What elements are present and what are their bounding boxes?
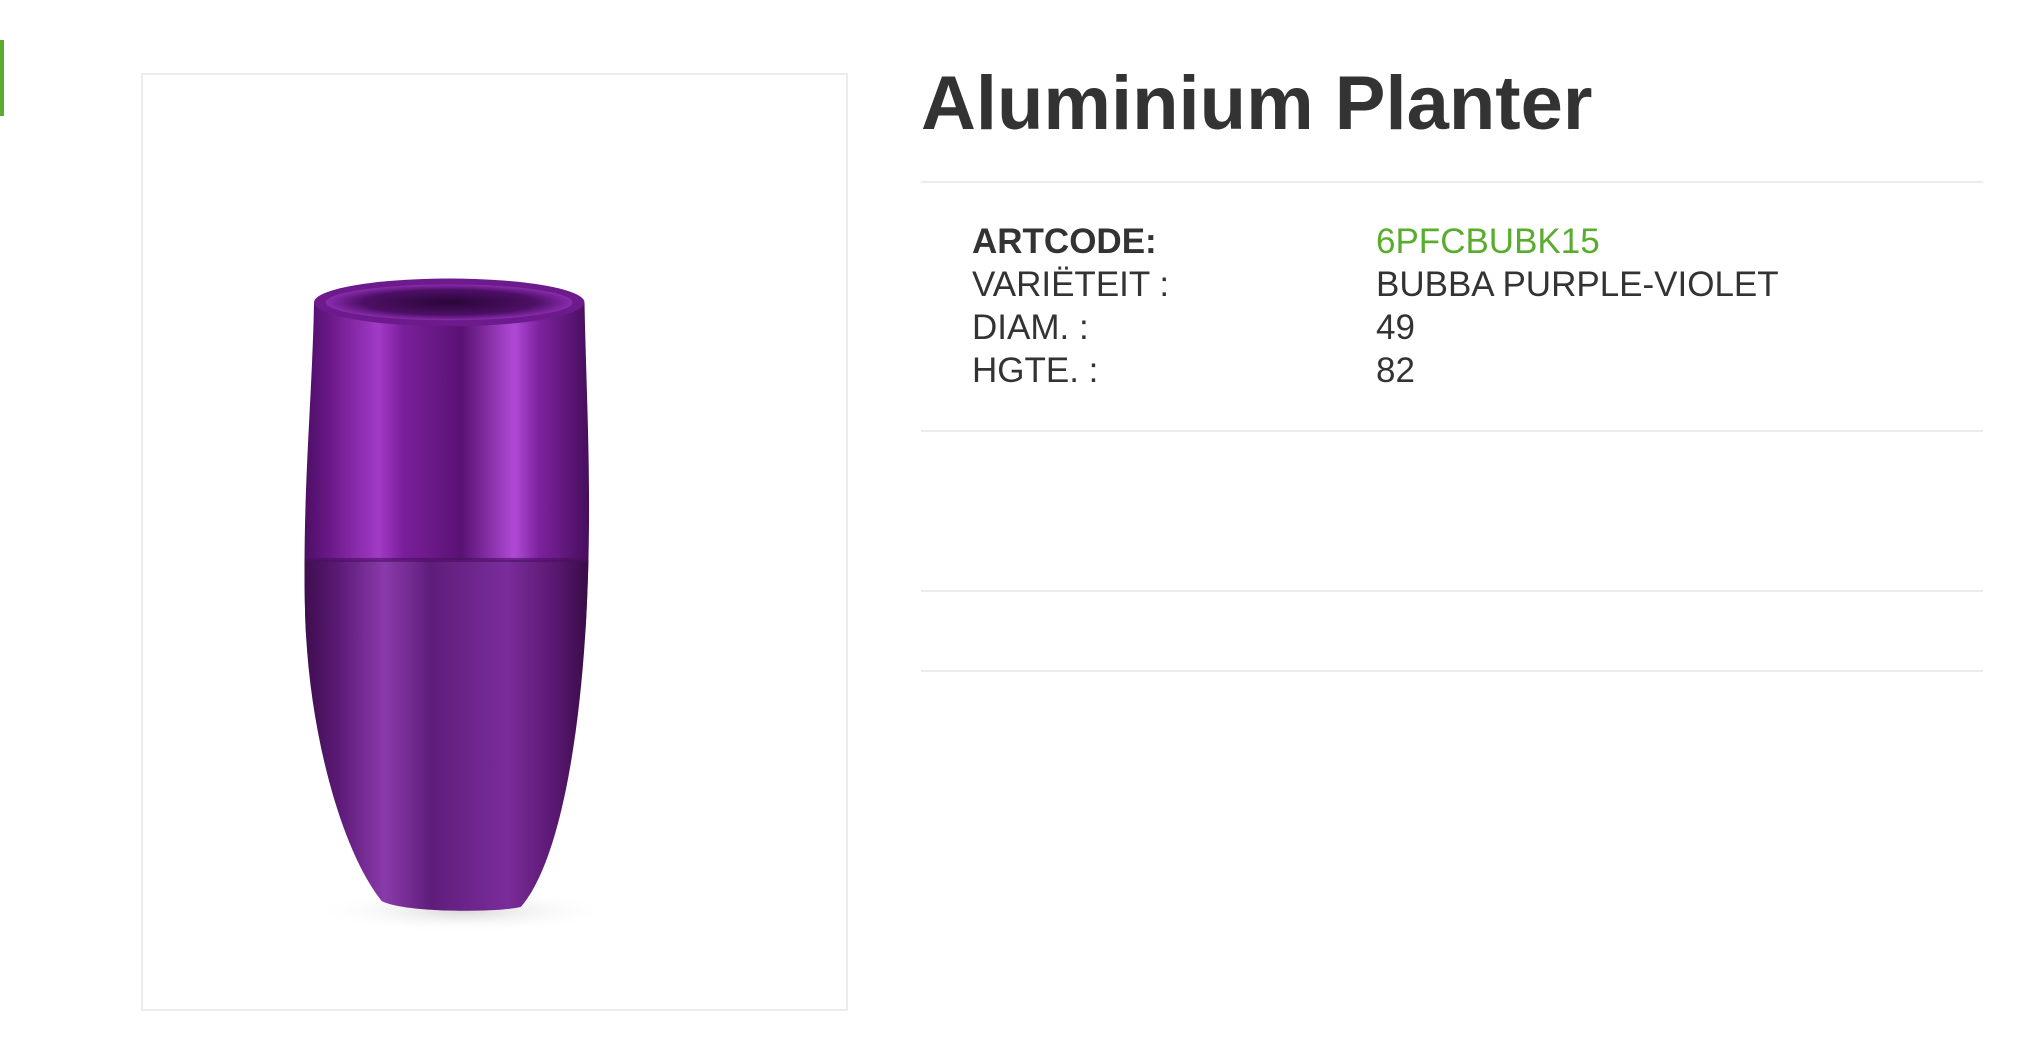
- left-edge-accent: [0, 40, 4, 116]
- spec-row-diameter: DIAM. : 49: [972, 306, 1779, 349]
- spec-value-artcode: 6PFCBUBK15: [1376, 222, 1600, 261]
- spec-label-variety: VARIËTEIT :: [972, 265, 1170, 304]
- product-detail-page: Aluminium Planter ARTCODE: 6PFCBUBK15 VA…: [0, 0, 2024, 1052]
- divider: [921, 430, 1983, 432]
- spec-label-diameter: DIAM. :: [972, 308, 1089, 347]
- spec-value-variety: BUBBA PURPLE-VIOLET: [1376, 265, 1779, 304]
- divider: [921, 670, 1983, 672]
- spec-label-height: HGTE. :: [972, 351, 1099, 390]
- product-title: Aluminium Planter: [921, 61, 1593, 146]
- product-image[interactable]: [141, 73, 848, 1011]
- spec-value-height: 82: [1376, 351, 1415, 390]
- spec-value-diameter: 49: [1376, 308, 1415, 347]
- product-spec-table: ARTCODE: 6PFCBUBK15 VARIËTEIT : BUBBA PU…: [972, 220, 1779, 392]
- spec-row-variety: VARIËTEIT : BUBBA PURPLE-VIOLET: [972, 263, 1779, 306]
- spec-row-height: HGTE. : 82: [972, 349, 1779, 392]
- divider: [921, 181, 1983, 183]
- spec-row-artcode: ARTCODE: 6PFCBUBK15: [972, 220, 1779, 263]
- planter-illustration: [304, 278, 613, 933]
- divider: [921, 590, 1983, 592]
- spec-label-artcode: ARTCODE:: [972, 222, 1157, 261]
